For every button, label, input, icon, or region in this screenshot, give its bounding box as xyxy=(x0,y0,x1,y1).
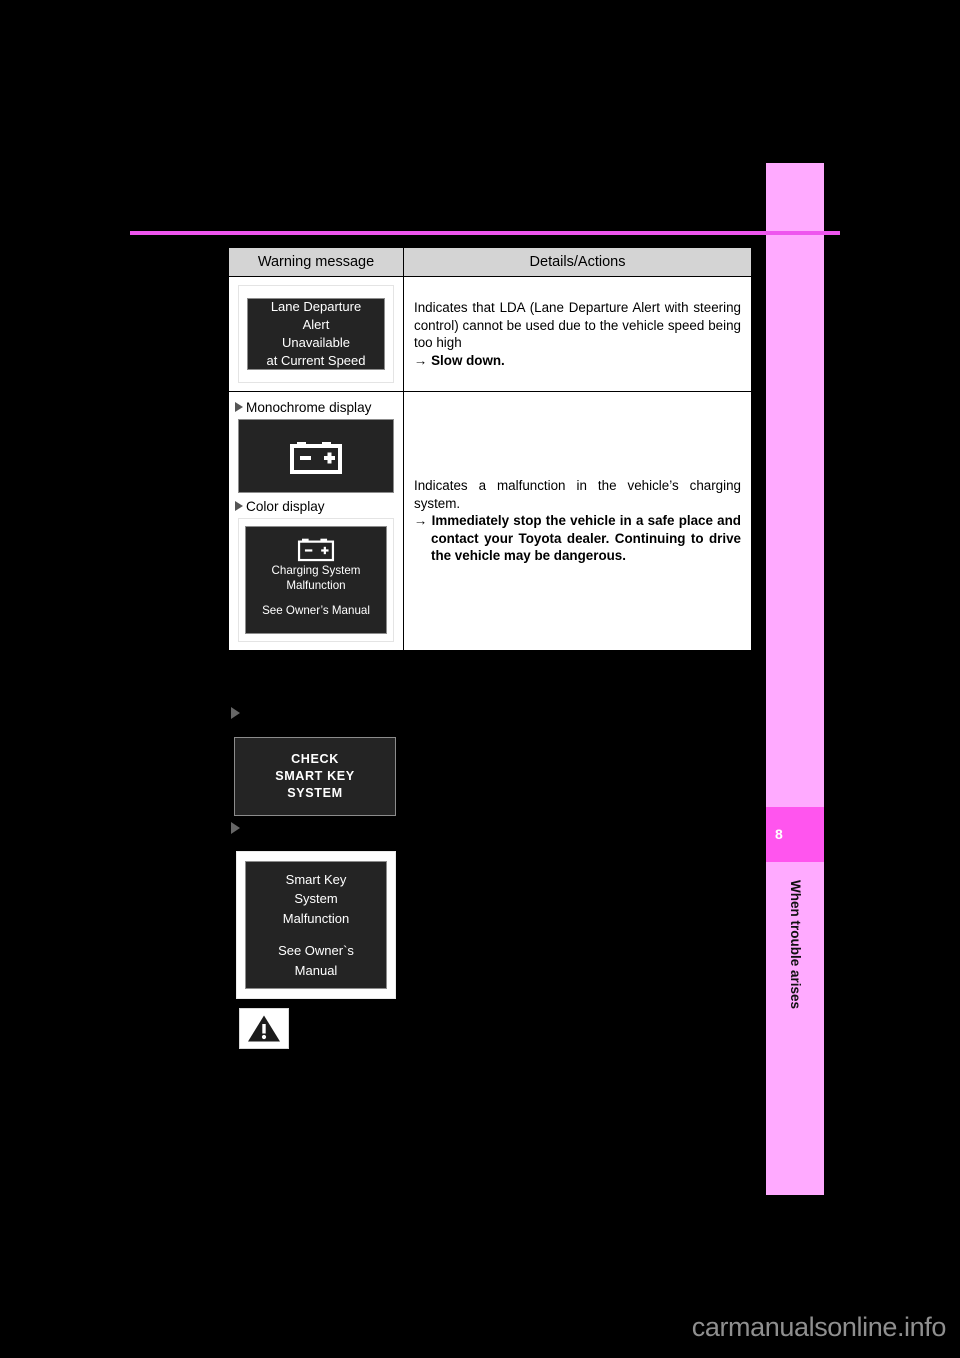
lda-line-2: Alert xyxy=(302,317,330,332)
warning-message-cell: Lane Departure Alert Unavailable at Curr… xyxy=(228,276,404,392)
monochrome-display-caption: Monochrome display xyxy=(229,400,403,419)
smart-key-line-2: System xyxy=(294,891,338,907)
table-header-row: Warning message Details/Actions xyxy=(228,247,752,277)
battery-icon xyxy=(297,538,335,562)
smart-key-panel-frame: Smart Key System Malfunction See Owner`s… xyxy=(236,851,396,999)
lda-display-panel: Lane Departure Alert Unavailable at Curr… xyxy=(247,298,385,370)
lda-panel-frame: Lane Departure Alert Unavailable at Curr… xyxy=(238,285,394,383)
column-header-warning-message: Warning message xyxy=(228,247,404,277)
color-panel-line-1: Charging System xyxy=(271,564,361,577)
battery-icon xyxy=(290,442,342,474)
triangle-bullet-icon xyxy=(235,402,243,413)
column-header-details-actions: Details/Actions xyxy=(403,247,752,277)
triangle-bullet-icon xyxy=(235,501,243,512)
arrow-glyph: → xyxy=(414,352,428,368)
lda-line-1: Lane Departure xyxy=(270,299,362,314)
check-smart-key-line-1: CHECK xyxy=(291,752,339,766)
color-display-label: Color display xyxy=(246,499,325,514)
arrow-glyph: → xyxy=(414,513,428,529)
warning-notice-icon-box xyxy=(239,1008,289,1049)
lda-line-4: at Current Speed xyxy=(266,353,366,368)
section-bullet-2 xyxy=(231,821,731,837)
site-watermark: carmanualsonline.info xyxy=(691,1312,947,1342)
section-bullet-1 xyxy=(231,706,731,722)
warning-triangle-icon xyxy=(248,1015,280,1042)
warning-message-table: Warning message Details/Actions Lane Dep… xyxy=(228,247,752,651)
chapter-title-vertical: When trouble arises xyxy=(788,880,803,1010)
check-smart-key-line-3: SYSTEM xyxy=(287,786,343,800)
smart-key-footer-1: See Owner`s xyxy=(278,943,354,959)
details-body-text: Indicates that LDA (Lane Departure Alert… xyxy=(414,300,741,350)
color-display-panel: Charging System Malfunction See Owner’s … xyxy=(245,526,387,634)
warning-message-cell: Monochrome display Color display Chargin… xyxy=(228,391,404,651)
details-actions-cell: Indicates that LDA (Lane Departure Alert… xyxy=(403,276,752,392)
triangle-bullet-icon xyxy=(231,822,240,834)
monochrome-display-panel xyxy=(238,419,394,493)
smart-key-line-1: Smart Key xyxy=(285,871,347,887)
details-actions-cell: Indicates a malfunction in the vehicle’s… xyxy=(403,391,752,651)
color-panel-footer: See Owner’s Manual xyxy=(262,604,370,617)
chapter-number-badge: 8 xyxy=(766,807,824,862)
manual-page: 8 When trouble arises Warning message De… xyxy=(0,0,960,1358)
table-row: Lane Departure Alert Unavailable at Curr… xyxy=(228,276,752,392)
color-panel-line-2: Malfunction xyxy=(286,579,346,592)
chapter-tab-strip: 8 When trouble arises xyxy=(766,163,824,1195)
details-action-label: Slow down. xyxy=(431,352,505,368)
triangle-bullet-icon xyxy=(231,707,240,719)
details-body-text: Indicates a malfunction in the vehicle’s… xyxy=(414,478,741,511)
smart-key-footer-2: Manual xyxy=(294,962,338,978)
check-smart-key-line-2: SMART KEY xyxy=(275,769,355,783)
details-action-text: → Immediately stop the vehicle in a safe… xyxy=(414,512,741,565)
lda-line-3: Unavailable xyxy=(282,335,350,350)
table-row: Monochrome display Color display Chargin… xyxy=(228,391,752,651)
smart-key-line-3: Malfunction xyxy=(282,910,350,926)
smart-key-display-panel: Smart Key System Malfunction See Owner`s… xyxy=(245,861,387,989)
color-panel-frame: Charging System Malfunction See Owner’s … xyxy=(238,518,394,642)
header-rule xyxy=(130,231,840,235)
details-action-label: Immediately stop the vehicle in a safe p… xyxy=(431,513,741,564)
check-smart-key-panel: CHECK SMART KEY SYSTEM xyxy=(234,737,396,816)
monochrome-display-label: Monochrome display xyxy=(246,400,372,415)
color-display-caption: Color display xyxy=(229,499,403,518)
details-action-text: → Slow down. xyxy=(414,352,741,370)
